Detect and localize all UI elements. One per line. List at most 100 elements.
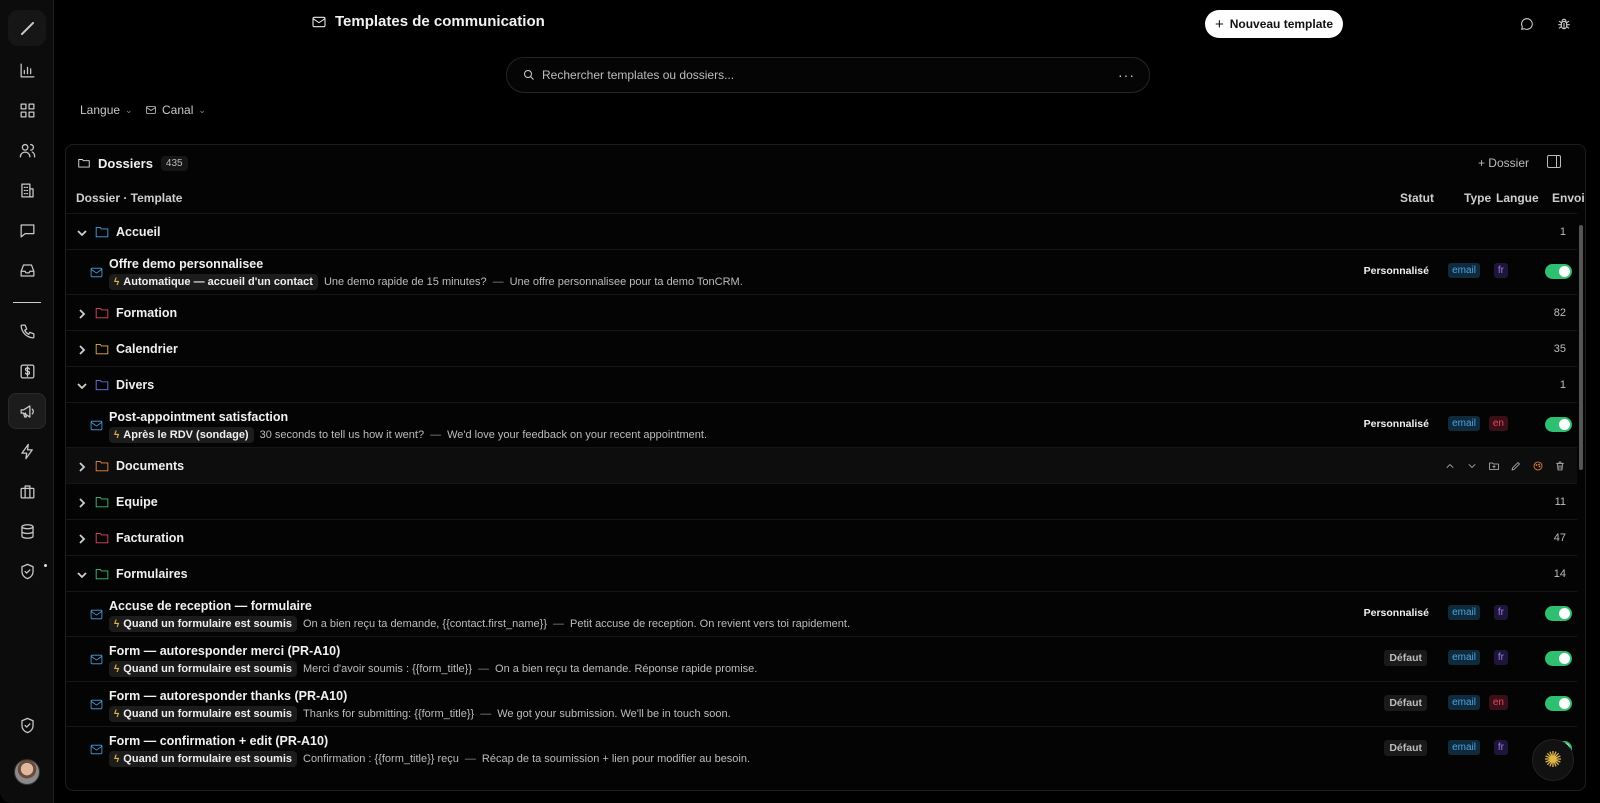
more-options-icon[interactable]: ··· [1118,67,1135,83]
type-badge: email [1448,263,1480,278]
edit-icon[interactable] [1509,459,1522,472]
template-row[interactable]: Accuse de reception — formulaire ϟ Quand u… [66,591,1577,636]
send-toggle[interactable] [1545,696,1572,711]
status-badge: Défaut [1384,650,1427,666]
mail-icon [90,420,103,434]
send-toggle[interactable] [1545,264,1572,279]
avatar[interactable] [14,759,40,785]
briefcase-icon[interactable] [8,473,46,509]
search-input[interactable] [542,68,1118,82]
chevron-down-icon: ⌄ [125,104,133,115]
mail-icon [90,267,103,281]
palette-icon[interactable] [1531,459,1544,472]
chevron-down-icon[interactable] [77,227,87,237]
template-row[interactable]: Post-appointment satisfaction ϟ Après le R… [66,402,1577,447]
move-up-icon[interactable] [1443,459,1456,472]
grid-icon[interactable] [8,92,46,128]
sidebar-toggle-icon[interactable] [1547,155,1561,168]
template-details: ϟ Quand un formulaire est soumis Thanks fo… [109,706,731,722]
send-toggle[interactable] [1545,651,1572,666]
add-folder-button[interactable]: + Dossier [1478,156,1529,170]
template-name: Accuse de reception — formulaire [109,599,312,613]
folder-row[interactable]: Formulaires 14 [66,555,1577,591]
panel-count-badge: 435 [160,155,188,171]
mail-icon [90,699,103,713]
template-subject: Confirmation : {{form_title}} reçu [303,753,459,765]
folder-name: Accueil [116,225,161,239]
chevron-down-icon[interactable] [77,380,87,390]
folder-icon [95,378,109,394]
scrollbar[interactable] [1579,225,1583,470]
trash-icon[interactable] [1553,459,1566,472]
template-row[interactable]: Offre demo personnalisee ϟ Automatique — a… [66,249,1577,294]
chevron-right-icon[interactable] [77,344,86,355]
folder-row[interactable]: Equipe 11 [66,483,1577,519]
search-icon [524,70,534,80]
logo-icon[interactable] [8,10,46,46]
template-row[interactable]: Form — autoresponder thanks (PR-A10) ϟ Qua… [66,681,1577,726]
move-down-icon[interactable] [1465,459,1478,472]
type-badge: email [1448,605,1480,620]
trigger-badge: ϟ Après le RDV (sondage) [109,427,254,443]
trigger-badge: ϟ Quand un formulaire est soumis [109,616,297,632]
template-preview: On a bien reçu ta demande. Réponse rapid… [495,663,758,675]
folder-icon [95,225,109,241]
add-subfolder-icon[interactable] [1487,459,1500,472]
dollar-icon[interactable] [8,353,46,389]
chevron-right-icon[interactable] [77,461,86,472]
folder-row[interactable]: Accueil 1 [66,213,1577,249]
folder-actions [1443,459,1566,472]
channel-filter[interactable]: Canal ⌄ [145,103,206,117]
folder-row[interactable]: Formation 82 [66,294,1577,330]
users-icon[interactable] [8,132,46,168]
separator: — [464,753,476,765]
bolt-icon: ϟ [114,663,120,675]
database-icon[interactable] [8,513,46,549]
folder-icon [95,342,109,358]
folder-row[interactable]: Calendrier 35 [66,330,1577,366]
sparkle-icon[interactable]: ✺ [1532,739,1574,781]
folder-row[interactable]: Divers 1 [66,366,1577,402]
chevron-down-icon[interactable] [77,569,87,579]
chart-icon[interactable] [8,52,46,88]
folder-row[interactable]: Documents [66,447,1577,483]
megaphone-icon[interactable] [8,393,46,429]
folder-name: Equipe [116,495,158,509]
bolt-icon: ϟ [114,429,120,441]
status-badge: Défaut [1384,695,1427,711]
language-badge: en [1488,416,1508,431]
template-row[interactable]: Form — autoresponder merci (PR-A10) ϟ Quan… [66,636,1577,681]
template-details: ϟ Après le RDV (sondage) 30 seconds to tel… [109,427,707,443]
language-filter[interactable]: Langue ⌄ [80,103,133,117]
bolt-icon[interactable] [8,433,46,469]
message-icon[interactable] [1512,10,1542,38]
bug-icon[interactable] [1549,10,1579,38]
folder-name: Formation [116,306,178,320]
inbox-icon[interactable] [8,252,46,288]
template-row[interactable]: Form — confirmation + edit (PR-A10) ϟ Quan… [66,726,1577,771]
mail-icon [90,744,103,758]
send-toggle[interactable] [1545,606,1572,621]
bolt-icon: ϟ [114,618,120,630]
language-badge: fr [1493,263,1508,278]
column-header-template: Dossier · Template [76,191,183,205]
mail-icon [90,609,103,623]
chat-icon[interactable] [8,212,46,248]
bolt-icon: ϟ [114,753,120,765]
new-template-button[interactable]: + Nouveau template [1205,10,1343,38]
mail-icon [146,106,156,114]
folder-count: 11 [1554,496,1566,508]
chevron-right-icon[interactable] [77,308,86,319]
building-icon[interactable] [8,172,46,208]
chevron-right-icon[interactable] [77,497,86,508]
trigger-label: Quand un formulaire est soumis [123,618,292,630]
chevron-right-icon[interactable] [77,533,86,544]
send-toggle[interactable] [1545,417,1572,432]
folder-row[interactable]: Facturation 47 [66,519,1577,555]
shield-check-icon[interactable] [8,553,46,589]
separator: — [430,429,442,441]
shield-icon[interactable] [8,707,46,743]
template-details: ϟ Quand un formulaire est soumis Confirmat… [109,751,750,767]
separator: — [492,276,504,288]
phone-icon[interactable] [8,313,46,349]
